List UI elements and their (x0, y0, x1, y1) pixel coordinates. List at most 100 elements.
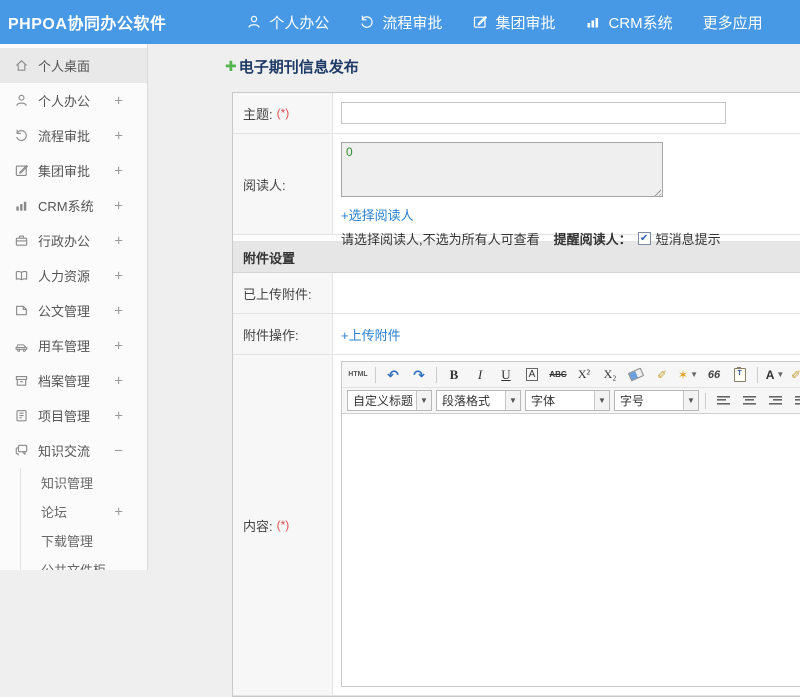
underline-button[interactable]: U (494, 364, 518, 386)
sidebar-item-knowledge-exchange[interactable]: 知识交流 − (0, 433, 147, 468)
sidebar-subitem-download-mgmt[interactable]: 下载管理 (21, 526, 147, 555)
page-title-text: 电子期刊信息发布 (239, 56, 359, 77)
source-code-button[interactable]: HTML (346, 364, 370, 386)
undo-button[interactable]: ↶ (381, 364, 405, 386)
nav-group-approval[interactable]: 集团审批 (472, 12, 555, 33)
nav-crm-system[interactable]: CRM系统 (585, 12, 672, 33)
highlight-color-button[interactable]: ✐▼ (789, 364, 800, 386)
sidebar-item-archive-mgmt-label: 档案管理 (38, 371, 90, 390)
expand-toggle-icon[interactable]: + (114, 407, 123, 424)
readers-textarea[interactable]: 0 (341, 142, 663, 197)
sidebar-item-document-mgmt[interactable]: 公文管理+ (0, 293, 147, 328)
sidebar-subitem-knowledge-mgmt-label: 知识管理 (41, 473, 93, 492)
expand-toggle-icon[interactable]: + (114, 92, 123, 109)
nav-crm-system-label: CRM系统 (608, 12, 672, 33)
expand-toggle-icon[interactable]: + (114, 267, 123, 284)
sidebar-item-process-approval[interactable]: 流程审批 + (0, 118, 147, 153)
font-color-button[interactable]: A▼ (763, 364, 787, 386)
align-center-button[interactable] (737, 390, 761, 412)
expand-toggle-icon[interactable]: + (114, 337, 123, 354)
sidebar-item-project-mgmt-label: 项目管理 (38, 406, 90, 425)
strikethrough-button[interactable]: ABC (546, 364, 570, 386)
sidebar-item-personal-office[interactable]: 个人办公 + (0, 83, 147, 118)
font-family-select[interactable]: 字体▼ (525, 390, 610, 411)
font-size-select[interactable]: 字号▼ (614, 390, 699, 411)
redo-icon: ↷ (413, 368, 425, 382)
superscript-button[interactable]: X² (572, 364, 596, 386)
sidebar-item-vehicle-mgmt[interactable]: 用车管理+ (0, 328, 147, 363)
nav-personal-office[interactable]: 个人办公 (246, 12, 329, 33)
sidebar-item-hr[interactable]: 人力资源+ (0, 258, 147, 293)
bold-button-label: B (450, 367, 459, 383)
bold-button[interactable]: B (442, 364, 466, 386)
redo-button[interactable]: ↷ (407, 364, 431, 386)
sidebar-item-project-mgmt[interactable]: 项目管理 + (0, 398, 147, 433)
font-family-select-label: 字体 (526, 392, 594, 409)
format-brush-button[interactable]: ✐ (650, 364, 674, 386)
nav-process-approval[interactable]: 流程审批 (359, 12, 442, 33)
top-header-bar: PHPOA协同办公软件 个人办公流程审批集团审批CRM系统更多应用▼ (0, 0, 800, 44)
editor-content-area[interactable] (342, 414, 800, 686)
toolbar-separator (705, 393, 706, 409)
subject-row: 主题: (*) (233, 93, 800, 134)
paragraph-format-select[interactable]: 段落格式▼ (436, 390, 521, 411)
edit-icon (14, 163, 29, 178)
user-icon (246, 14, 262, 30)
sidebar-subitem-knowledge-mgmt[interactable]: 知识管理 (21, 468, 147, 497)
paste-button[interactable] (728, 364, 752, 386)
align-right-button[interactable] (763, 390, 787, 412)
chevron-down-icon[interactable]: ▼ (416, 391, 431, 410)
align-left-icon (717, 395, 730, 406)
blockquote-button[interactable]: 66 (702, 364, 726, 386)
sidebar-item-group-approval-label: 集团审批 (38, 161, 90, 180)
top-nav: 个人办公流程审批集团审批CRM系统更多应用▼ (246, 12, 800, 33)
align-justify-button[interactable] (789, 390, 800, 412)
sidebar-item-admin-office-label: 行政办公 (38, 231, 90, 250)
italic-button[interactable]: I (468, 364, 492, 386)
expand-toggle-icon[interactable]: + (114, 503, 123, 520)
remind-readers-label: 提醒阅读人： (554, 229, 632, 248)
subscript-button[interactable]: X₂ (598, 364, 622, 386)
remove-format-button[interactable] (624, 364, 648, 386)
nav-more-apps[interactable]: 更多应用 (703, 12, 763, 33)
expand-toggle-icon[interactable]: + (114, 197, 123, 214)
sidebar-item-knowledge-exchange-label: 知识交流 (38, 441, 90, 460)
quick-format-button[interactable]: ✶▼ (676, 364, 700, 386)
sidebar-item-personal-desktop-label: 个人桌面 (38, 56, 90, 75)
sidebar-item-process-approval-label: 流程审批 (38, 126, 90, 145)
sidebar-item-personal-office-label: 个人办公 (38, 91, 90, 110)
font-box-button[interactable]: A (520, 364, 544, 386)
car-icon (14, 338, 29, 353)
select-readers-link[interactable]: +选择阅读人 (341, 205, 414, 224)
sidebar-item-admin-office[interactable]: 行政办公 + (0, 223, 147, 258)
toolbar-separator (757, 367, 758, 383)
chevron-down-icon[interactable]: ▼ (683, 391, 698, 410)
expand-toggle-icon[interactable]: + (114, 232, 123, 249)
sidebar-subitem-public-file-cabinet[interactable]: 公共文件柜 (21, 555, 147, 570)
sidebar-item-group-approval[interactable]: 集团审批 + (0, 153, 147, 188)
subject-label: 主题: (243, 104, 273, 123)
chevron-down-icon[interactable]: ▼ (594, 391, 609, 410)
sidebar-item-archive-mgmt[interactable]: 档案管理 + (0, 363, 147, 398)
expand-toggle-icon[interactable]: + (114, 372, 123, 389)
custom-heading-select[interactable]: 自定义标题▼ (347, 390, 432, 411)
subject-input[interactable] (341, 102, 726, 124)
chevron-down-icon[interactable]: ▼ (690, 370, 698, 379)
paragraph-format-select-label: 段落格式 (437, 392, 505, 409)
content-row: 内容: (*) HTML↶↷BIUAABCX²X₂✐✶▼66A▼✐▼▼ 自定义标… (233, 355, 800, 696)
chevron-down-icon[interactable]: ▼ (776, 370, 784, 379)
sidebar-item-crm[interactable]: CRM系统+ (0, 188, 147, 223)
sidebar-item-personal-desktop[interactable]: 个人桌面 (0, 48, 147, 83)
chevron-down-icon[interactable]: ▼ (505, 391, 520, 410)
expand-toggle-icon[interactable]: + (114, 302, 123, 319)
upload-attachment-link[interactable]: +上传附件 (341, 325, 401, 344)
expand-toggle-icon[interactable]: − (114, 442, 123, 459)
nav-more-apps-label: 更多应用 (703, 12, 763, 33)
sms-checkbox[interactable] (638, 232, 651, 245)
user-icon (14, 93, 29, 108)
sidebar-subitem-forum[interactable]: 论坛+ (21, 497, 147, 526)
align-left-button[interactable] (711, 390, 735, 412)
expand-toggle-icon[interactable]: + (114, 162, 123, 179)
expand-toggle-icon[interactable]: + (114, 127, 123, 144)
align-right-icon (769, 395, 782, 406)
